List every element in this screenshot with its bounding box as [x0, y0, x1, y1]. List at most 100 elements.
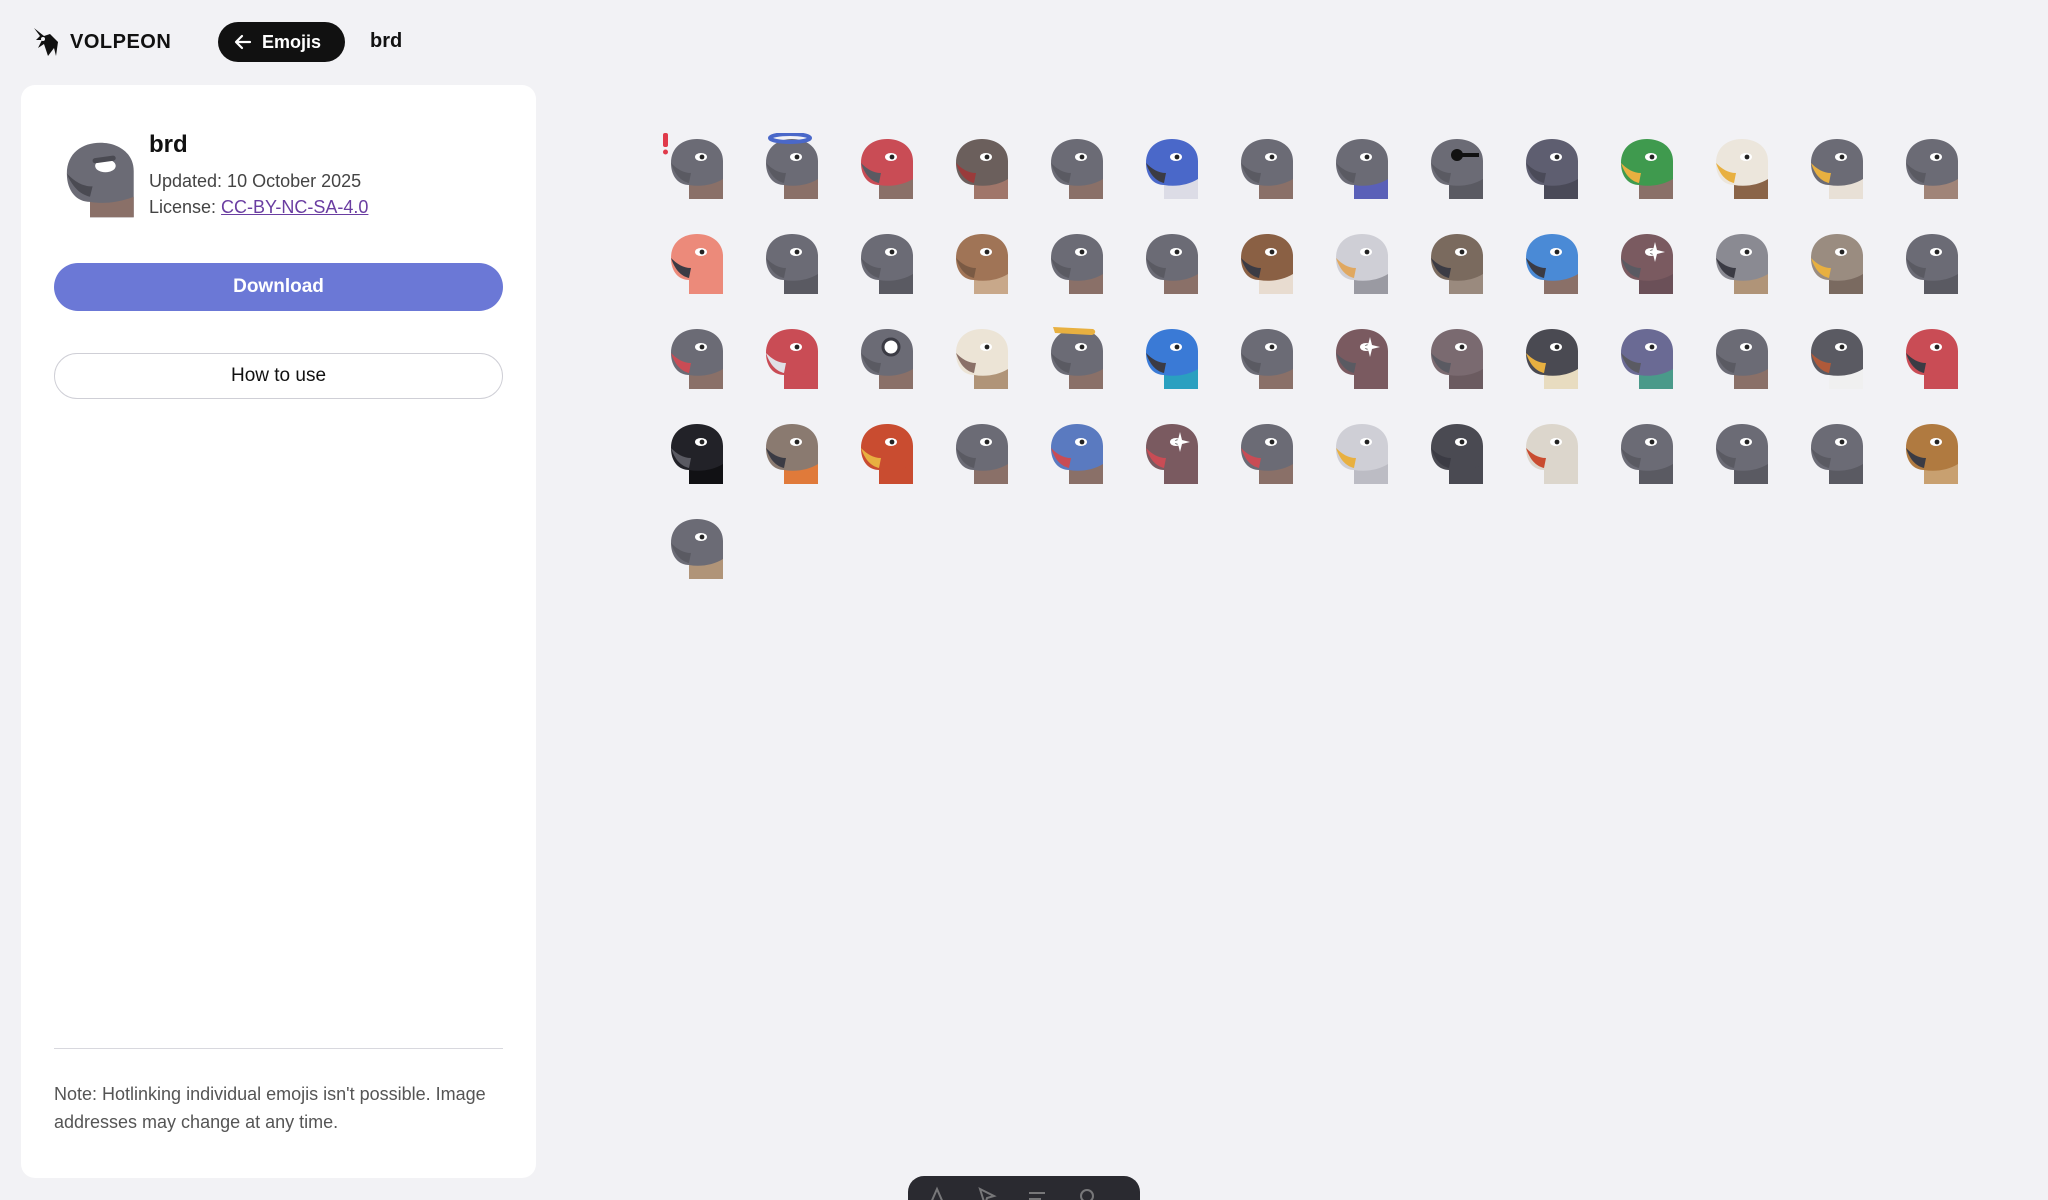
bird-sparkle-dark-icon [1335, 328, 1388, 389]
emoji-item[interactable] [1693, 310, 1788, 405]
bird-thumbsdown-icon [1905, 233, 1958, 294]
emoji-item[interactable] [743, 215, 838, 310]
list-tool-icon[interactable] [1026, 1185, 1048, 1200]
bird-mallard-icon [1620, 138, 1673, 199]
emoji-item[interactable] [1503, 405, 1598, 500]
emoji-item[interactable] [1883, 120, 1978, 215]
bird-yell-icon [1240, 423, 1293, 484]
emoji-item[interactable] [1028, 120, 1123, 215]
emoji-item[interactable] [1788, 310, 1883, 405]
bird-spotted-icon [1810, 233, 1863, 294]
back-button-label: Emojis [262, 31, 322, 52]
bird-angry-red-icon [860, 138, 913, 199]
emoji-item[interactable] [1788, 120, 1883, 215]
emoji-item[interactable] [1313, 310, 1408, 405]
emoji-item[interactable] [648, 405, 743, 500]
emoji-item[interactable] [1123, 120, 1218, 215]
emoji-item[interactable] [1313, 120, 1408, 215]
emoji-item[interactable] [1028, 405, 1123, 500]
emoji-item[interactable] [1123, 310, 1218, 405]
emoji-grid [648, 120, 1978, 595]
emoji-item[interactable] [933, 120, 1028, 215]
emoji-item[interactable] [1408, 405, 1503, 500]
top-bar: VOLPEON Emojis brd [0, 0, 2048, 84]
emoji-item[interactable] [648, 120, 743, 215]
emoji-item[interactable] [1883, 310, 1978, 405]
bird-sad-icon [955, 423, 1008, 484]
emoji-item[interactable] [1028, 310, 1123, 405]
bird-smirk-icon [1715, 328, 1768, 389]
settings-icon[interactable] [1076, 1185, 1098, 1200]
emoji-item[interactable] [1598, 310, 1693, 405]
bird-bread-icon [1050, 326, 1103, 389]
emoji-item[interactable] [1788, 405, 1883, 500]
bird-crow-icon [1430, 423, 1483, 484]
license-link[interactable]: CC-BY-NC-SA-4.0 [221, 197, 368, 217]
emoji-item[interactable] [1408, 310, 1503, 405]
emoji-item[interactable] [743, 310, 838, 405]
emoji-item[interactable] [1693, 405, 1788, 500]
emoji-item[interactable] [1693, 215, 1788, 310]
emoji-item[interactable] [743, 120, 838, 215]
download-button[interactable]: Download [54, 263, 503, 311]
brand-logo[interactable]: VOLPEON [30, 26, 171, 58]
emoji-item[interactable] [1028, 215, 1123, 310]
emoji-item[interactable] [1123, 405, 1218, 500]
bird-heron-icon [1525, 423, 1578, 484]
emoji-item[interactable] [838, 215, 933, 310]
emoji-item[interactable] [933, 215, 1028, 310]
emoji-item[interactable] [1503, 215, 1598, 310]
text-tool-icon[interactable] [926, 1185, 948, 1200]
bird-scream-icon [670, 328, 723, 389]
back-to-emojis-button[interactable]: Emojis [218, 22, 346, 62]
bird-blueeye-icon [860, 328, 913, 389]
emoji-item[interactable] [1313, 405, 1408, 500]
emoji-item[interactable] [1883, 405, 1978, 500]
emoji-item[interactable] [838, 120, 933, 215]
emoji-item[interactable] [933, 405, 1028, 500]
pack-updated-date: Updated: 10 October 2025 [149, 171, 362, 191]
emoji-item[interactable] [1693, 120, 1788, 215]
bird-thinking-icon [1240, 328, 1293, 389]
emoji-item[interactable] [1883, 215, 1978, 310]
bottom-toolbar [908, 1176, 1140, 1200]
emoji-item[interactable] [1503, 310, 1598, 405]
bird-rooster-icon [860, 423, 913, 484]
bird-barnowl-icon [955, 328, 1008, 389]
emoji-item[interactable] [1218, 215, 1313, 310]
emoji-item[interactable] [1313, 215, 1408, 310]
emoji-item[interactable] [1598, 120, 1693, 215]
emoji-item[interactable] [838, 405, 933, 500]
select-tool-icon[interactable] [976, 1185, 998, 1200]
bird-sparkle-icon [1620, 233, 1673, 294]
bird-brown-icon [955, 233, 1008, 294]
emoji-item[interactable] [743, 405, 838, 500]
emoji-item[interactable] [648, 500, 743, 595]
emoji-item[interactable] [1788, 215, 1883, 310]
bird-pelican-icon [1335, 233, 1388, 294]
emoji-item[interactable] [1408, 215, 1503, 310]
emoji-item[interactable] [1218, 310, 1313, 405]
emoji-item[interactable] [838, 310, 933, 405]
pack-thumbnail-icon [66, 142, 134, 218]
emoji-item[interactable] [1503, 120, 1598, 215]
bird-puffin-icon [1810, 328, 1863, 389]
emoji-item[interactable] [648, 310, 743, 405]
bird-blue-icon [1525, 233, 1578, 294]
bird-happy-icon [1810, 423, 1863, 484]
bird-sly-icon [1145, 233, 1198, 294]
emoji-item[interactable] [1598, 215, 1693, 310]
bird-eagle-icon [1715, 138, 1768, 199]
emoji-item[interactable] [1408, 120, 1503, 215]
emoji-item[interactable] [1218, 120, 1313, 215]
emoji-item[interactable] [1218, 405, 1313, 500]
bird-pigeon-icon [1620, 328, 1673, 389]
bird-scarf-icon [1335, 138, 1388, 199]
bird-falcon-icon [1810, 138, 1863, 199]
emoji-item[interactable] [933, 310, 1028, 405]
how-to-use-button[interactable]: How to use [54, 353, 503, 399]
bird-tired-icon [1620, 423, 1673, 484]
emoji-item[interactable] [648, 215, 743, 310]
emoji-item[interactable] [1598, 405, 1693, 500]
emoji-item[interactable] [1123, 215, 1218, 310]
